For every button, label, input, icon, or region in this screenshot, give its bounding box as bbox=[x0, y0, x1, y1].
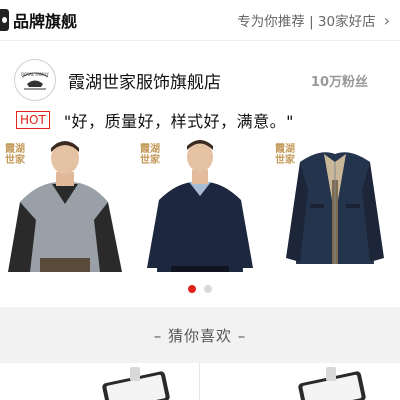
store-row[interactable]: ROYAL FAMILY 霞湖世家服饰旗舰店 10万粉丝 bbox=[0, 56, 400, 104]
phone-holder-image bbox=[298, 367, 366, 400]
hot-badge: HOT bbox=[16, 111, 50, 129]
recommend-link[interactable]: 专为你推荐 | 30家好店 › bbox=[237, 10, 390, 31]
carousel-dot[interactable] bbox=[204, 285, 212, 293]
product-card[interactable]: 霞湖世家 bbox=[0, 140, 130, 272]
chevron-right-icon: › bbox=[383, 10, 390, 30]
shop-watermark: 霞湖世家 bbox=[275, 144, 295, 166]
royal-family-logo-icon: ROYAL FAMILY bbox=[21, 72, 49, 90]
product-card[interactable]: 霞湖世家 bbox=[135, 140, 265, 272]
recommend-link-label: 专为你推荐 | 30家好店 bbox=[237, 14, 376, 30]
guess-you-like-title: – 猜你喜欢 – bbox=[153, 326, 247, 345]
carousel-dot-active[interactable] bbox=[188, 285, 196, 293]
brand-icon bbox=[0, 9, 9, 31]
shop-watermark: 霞湖世家 bbox=[5, 144, 25, 166]
store-fans-count: 10万粉丝 bbox=[310, 74, 368, 90]
product-carousel[interactable]: 霞湖世家 霞湖世家 霞湖世家 bbox=[0, 140, 400, 272]
phone-holder-image bbox=[102, 367, 170, 400]
store-logo[interactable]: ROYAL FAMILY bbox=[14, 59, 56, 101]
recommendation-card[interactable] bbox=[0, 363, 199, 400]
carousel-dots bbox=[0, 285, 400, 293]
quote-text: "好，质量好，样式好，满意。" bbox=[63, 112, 295, 131]
svg-text:ROYAL FAMILY: ROYAL FAMILY bbox=[21, 72, 49, 77]
recommendation-grid bbox=[0, 363, 400, 400]
product-card[interactable]: 霞湖世家 bbox=[270, 140, 400, 272]
recommendation-card[interactable] bbox=[200, 363, 399, 400]
section-header: 品牌旗舰 专为你推荐 | 30家好店 › bbox=[0, 0, 400, 41]
store-name[interactable]: 霞湖世家服饰旗舰店 bbox=[68, 68, 221, 93]
guess-you-like-header: – 猜你喜欢 – bbox=[0, 307, 400, 363]
shop-watermark: 霞湖世家 bbox=[140, 144, 160, 166]
section-title: 品牌旗舰 bbox=[13, 12, 78, 31]
review-quote: HOT "好，质量好，样式好，满意。" bbox=[16, 108, 294, 132]
